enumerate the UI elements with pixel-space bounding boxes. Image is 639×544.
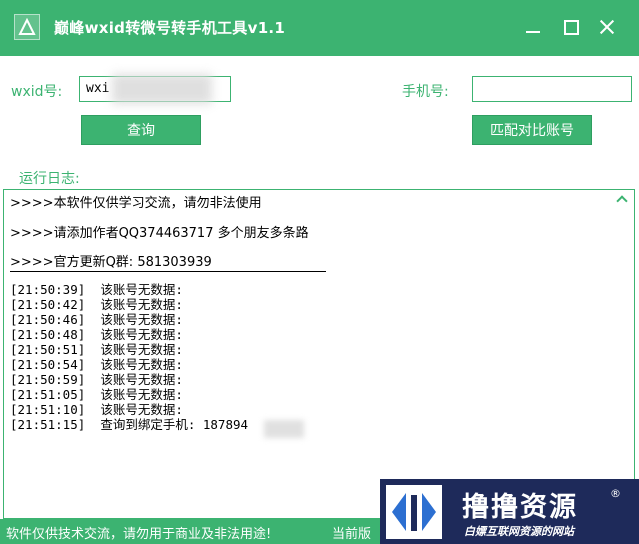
phone-label: 手机号: bbox=[402, 84, 449, 100]
match-account-button[interactable]: 匹配对比账号 bbox=[472, 115, 592, 145]
log-entry: [21:50:54] 该账号无数据: bbox=[10, 357, 183, 372]
log-entry: [21:50:51] 该账号无数据: bbox=[10, 342, 183, 357]
log-label: 运行日志: bbox=[19, 171, 80, 187]
notice-line: >>>>本软件仅供学习交流，请勿非法使用 bbox=[10, 196, 262, 211]
maximize-icon[interactable] bbox=[560, 16, 584, 40]
scroll-up-icon[interactable] bbox=[616, 194, 630, 206]
status-version: 当前版 bbox=[332, 527, 372, 542]
log-entry: [21:51:05] 该账号无数据: bbox=[10, 387, 183, 402]
watermark-banner: 撸撸资源 ® 白嫖互联网资源的网站 bbox=[380, 479, 639, 544]
watermark-logo-icon bbox=[386, 485, 442, 539]
close-icon[interactable] bbox=[596, 16, 620, 40]
notice-line: >>>>官方更新Q群: 581303939 bbox=[10, 255, 212, 270]
log-entry: [21:50:39] 该账号无数据: bbox=[10, 282, 183, 297]
phone-input[interactable] bbox=[472, 76, 632, 102]
query-button[interactable]: 查询 bbox=[81, 115, 201, 145]
log-panel[interactable]: >>>>本软件仅供学习交流，请勿非法使用 >>>>请添加作者QQ37446371… bbox=[3, 189, 635, 519]
wxid-label: wxid号: bbox=[11, 84, 63, 100]
title-bar: 巅峰wxid转微号转手机工具v1.1 bbox=[0, 0, 639, 56]
notice-line: >>>>请添加作者QQ374463717 多个朋友多条路 bbox=[10, 226, 309, 241]
log-entry: [21:51:10] 该账号无数据: bbox=[10, 402, 183, 417]
status-notice: 软件仅供技术交流，请勿用于商业及非法用途! bbox=[6, 527, 272, 542]
log-entry: [21:51:15] 查询到绑定手机: 187894 bbox=[10, 417, 249, 432]
log-entry: [21:50:46] 该账号无数据: bbox=[10, 312, 183, 327]
log-entry: [21:50:59] 该账号无数据: bbox=[10, 372, 183, 387]
log-entry: [21:50:42] 该账号无数据: bbox=[10, 297, 183, 312]
log-entry: [21:50:48] 该账号无数据: bbox=[10, 327, 183, 342]
redaction-mask bbox=[112, 74, 212, 104]
redaction-mask bbox=[264, 420, 304, 438]
watermark-subtitle: 白嫖互联网资源的网站 bbox=[464, 525, 574, 538]
app-icon bbox=[14, 14, 40, 40]
window-title: 巅峰wxid转微号转手机工具v1.1 bbox=[54, 19, 286, 37]
log-separator bbox=[10, 271, 326, 272]
minimize-icon[interactable] bbox=[522, 16, 546, 40]
watermark-registered: ® bbox=[610, 487, 621, 500]
watermark-title: 撸撸资源 bbox=[462, 492, 578, 523]
